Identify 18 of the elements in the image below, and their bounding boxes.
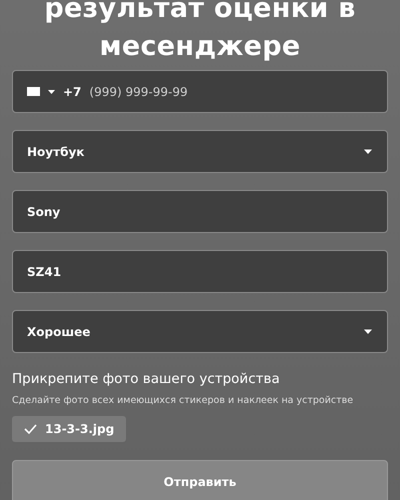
submit-button[interactable]: Отправить: [12, 460, 388, 500]
attach-label: Прикрепите фото вашего устройства: [12, 371, 281, 387]
input-field[interactable]: Sony: [12, 190, 388, 233]
select-field[interactable]: Ноутбук: [12, 130, 388, 173]
file-chip[interactable]: 13-3-3.jpg: [12, 416, 126, 442]
input-field[interactable]: SZ41: [12, 250, 388, 293]
caret-icon: [363, 148, 373, 154]
placeholder-text: (999) 999-99-99: [89, 84, 188, 98]
select-field[interactable]: Хорошее: [12, 310, 388, 353]
heading: результат оценки в: [44, 0, 356, 26]
attach-hint: Сделайте фото всех имеющихся стикеров и наклеек на устройстве: [12, 395, 354, 406]
caret-icon: [363, 328, 373, 334]
heading: месенджере: [100, 30, 300, 64]
phone-field[interactable]: +7 (999) 999-99-99: [12, 70, 388, 113]
country-code: +7: [63, 84, 82, 98]
file-name: 13-3-3.jpg: [45, 422, 114, 436]
check-icon: [24, 424, 37, 434]
caret-icon[interactable]: [48, 90, 55, 94]
